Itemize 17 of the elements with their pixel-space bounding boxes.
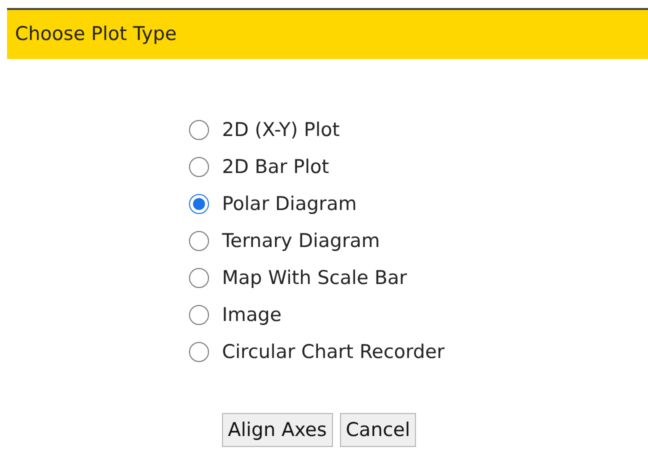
radio-option[interactable]: Map With Scale Bar [189,265,407,291]
radio-option[interactable]: Image [189,302,282,328]
dialog-button[interactable]: Cancel [340,413,416,447]
radio-button[interactable] [189,120,209,140]
radio-option[interactable]: 2D (X-Y) Plot [189,117,340,143]
radio-button[interactable] [189,157,209,177]
radio-option[interactable]: 2D Bar Plot [189,154,330,180]
radio-button[interactable] [189,305,209,325]
radio-option[interactable]: Ternary Diagram [189,228,380,254]
radio-button[interactable] [189,268,209,288]
dialog-title: Choose Plot Type [15,22,177,48]
radio-option[interactable]: Circular Chart Recorder [189,339,445,365]
radio-button[interactable] [189,342,209,362]
radio-button[interactable] [189,231,209,251]
radio-button[interactable] [189,194,209,214]
radio-option[interactable]: Polar Diagram [189,191,357,217]
dialog-button[interactable]: Align Axes [222,413,333,447]
